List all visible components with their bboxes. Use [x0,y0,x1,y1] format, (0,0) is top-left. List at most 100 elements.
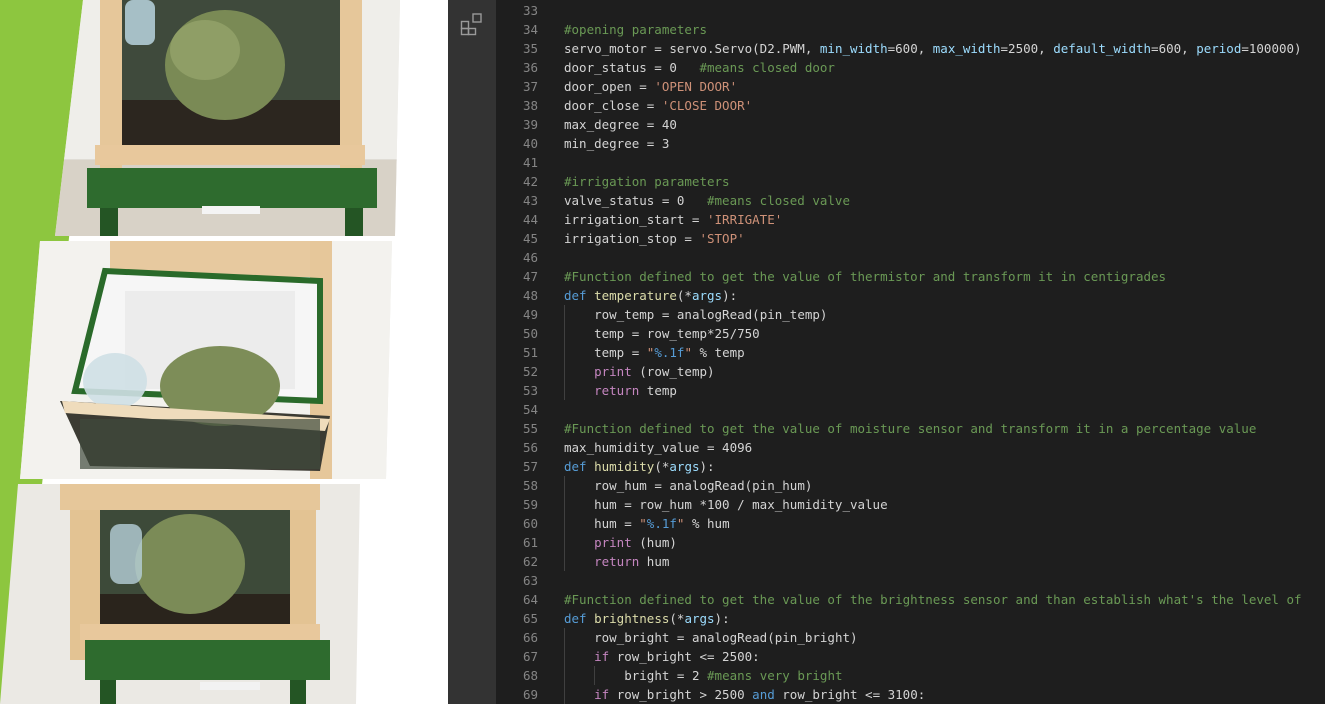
code-text: hum = row_hum *100 / max_humidity_value [594,495,888,514]
code-line[interactable]: 60 hum = "%.1f" % hum [496,514,1325,533]
code-token: " [684,345,692,360]
code-token: #Function defined to get the value of th… [564,592,1302,607]
code-token: (* [669,611,685,626]
code-token: humidity [594,459,655,474]
code-line[interactable]: 54 [496,400,1325,419]
code-line[interactable]: 68 bright = 2 #means very bright [496,666,1325,685]
code-text: #Function defined to get the value of th… [564,590,1302,609]
code-line[interactable]: 36 door_status = 0 #means closed door [496,58,1325,77]
code-line[interactable]: 53 return temp [496,381,1325,400]
code-line[interactable]: 45 irrigation_stop = 'STOP' [496,229,1325,248]
code-token: min_width [819,41,888,56]
code-line[interactable]: 43 valve_status = 0 #means closed valve [496,191,1325,210]
code-token: =2500, [1000,41,1054,56]
code-text: return temp [594,381,677,400]
code-text: servo_motor = servo.Servo(D2.PWM, min_wi… [564,39,1302,58]
code-editor[interactable]: 33 34 #opening parameters 35 servo_motor = s… [496,0,1325,704]
code-token: def [564,288,595,303]
line-number: 48 [522,288,538,303]
code-token: (D2.PWM, [752,41,820,56]
code-token: =600, [1151,41,1197,56]
indent-guide [564,666,565,685]
code-line[interactable]: 51 temp = "%.1f" % temp [496,343,1325,362]
indent-guide [564,552,565,571]
greenhouse-open-photo [20,241,392,479]
code-token: return [594,554,640,569]
code-line[interactable]: 59 hum = row_hum *100 / max_humidity_valu… [496,495,1325,514]
code-line[interactable]: 33 [496,1,1325,20]
extensions-icon[interactable] [460,12,484,36]
code-line[interactable]: 56 max_humidity_value = 4096 [496,438,1325,457]
line-number: 66 [522,630,538,645]
code-line[interactable]: 47 #Function defined to get the value of … [496,267,1325,286]
code-text: if row_bright <= 2500: [594,647,760,666]
code-line[interactable]: 37 door_open = 'OPEN DOOR' [496,77,1325,96]
code-line[interactable]: 38 door_close = 'CLOSE DOOR' [496,96,1325,115]
code-token: args [691,288,723,303]
line-number: 43 [522,193,538,208]
greenhouse-closed-photo [55,0,400,236]
code-line[interactable]: 69 if row_bright > 2500 and row_bright <=… [496,685,1325,704]
code-line[interactable]: 64 #Function defined to get the value of … [496,590,1325,609]
indent-guide [594,666,596,685]
code-line[interactable]: 62 return hum [496,552,1325,571]
code-token: #means closed door [699,60,835,75]
code-line[interactable]: 44 irrigation_start = 'IRRIGATE' [496,210,1325,229]
code-token: brightness [594,611,670,626]
code-token: analogRead [676,307,753,322]
code-token: max_humidity_value = 4096 [564,440,753,455]
indent-guide [564,324,565,343]
code-token: row_bright <= 3100: [774,687,926,702]
code-line[interactable]: 42 #irrigation parameters [496,172,1325,191]
code-line[interactable]: 35 servo_motor = servo.Servo(D2.PWM, min_… [496,39,1325,58]
line-number: 67 [522,649,538,664]
line-number: 55 [522,421,538,436]
code-text: #Function defined to get the value of mo… [564,419,1256,438]
code-line[interactable]: 63 [496,571,1325,590]
code-line[interactable]: 61 print (hum) [496,533,1325,552]
code-line[interactable]: 67 if row_bright <= 2500: [496,647,1325,666]
line-number: 58 [522,478,538,493]
code-token: (hum) [631,535,677,550]
indent-guide [564,305,565,324]
code-line[interactable]: 34 #opening parameters [496,20,1325,39]
line-number: 33 [522,3,538,18]
code-token: 'STOP' [699,231,745,246]
code-line[interactable]: 55 #Function defined to get the value of … [496,419,1325,438]
code-token: row_hum = [594,478,670,493]
code-token: " [639,516,647,531]
code-line[interactable]: 39 max_degree = 40 [496,115,1325,134]
code-token: bright = 2 [624,668,708,683]
code-line[interactable]: 65 def brightness(*args): [496,609,1325,628]
greenhouse-closed-front-photo [0,484,360,704]
indent-guide [564,495,565,514]
line-number: 39 [522,117,538,132]
line-number: 63 [522,573,538,588]
code-text: bright = 2 #means very bright [624,666,842,685]
code-text: row_bright = analogRead(pin_bright) [594,628,857,647]
line-number: 42 [522,174,538,189]
code-text: return hum [594,552,669,571]
code-token: hum = [594,516,640,531]
code-line[interactable]: 66 row_bright = analogRead(pin_bright) [496,628,1325,647]
code-line[interactable]: 57 def humidity(*args): [496,457,1325,476]
code-line[interactable]: 46 [496,248,1325,267]
code-token: analogRead [669,478,745,493]
code-text: irrigation_stop = 'STOP' [564,229,745,248]
line-number: 35 [522,41,538,56]
code-token: door_close = [564,98,662,113]
code-line[interactable]: 48 def temperature(*args): [496,286,1325,305]
code-token: #opening parameters [564,22,707,37]
code-token: row_temp = [594,307,677,322]
code-line[interactable]: 52 print (row_temp) [496,362,1325,381]
line-number: 64 [522,592,538,607]
code-text: row_temp = analogRead(pin_temp) [594,305,827,324]
code-line[interactable]: 49 row_temp = analogRead(pin_temp) [496,305,1325,324]
code-text: #Function defined to get the value of th… [564,267,1166,286]
code-line[interactable]: 50 temp = row_temp*25/750 [496,324,1325,343]
code-text: def brightness(*args): [564,609,730,628]
code-line[interactable]: 41 [496,153,1325,172]
code-text: print (row_temp) [594,362,714,381]
code-line[interactable]: 40 min_degree = 3 [496,134,1325,153]
code-line[interactable]: 58 row_hum = analogRead(pin_hum) [496,476,1325,495]
